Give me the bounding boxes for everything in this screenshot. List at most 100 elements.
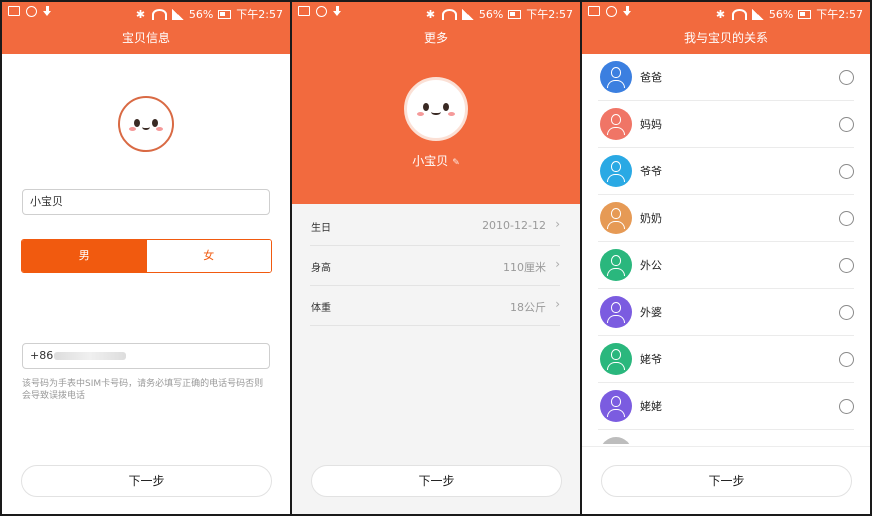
row-label: 生日 (311, 223, 331, 234)
page-title: 更多 (292, 24, 580, 54)
relationship-screen: ✱ 56% 下午2:57 我与宝贝的关系 爸爸妈妈爷爷奶奶外公外婆姥爷姥姥 下一… (582, 2, 870, 514)
wifi-icon (151, 8, 167, 20)
relation-name: 爸爸 (640, 71, 662, 84)
bluetooth-icon: ✱ (715, 7, 726, 21)
height-row[interactable]: 身高 110厘米 › (310, 246, 560, 286)
image-icon (588, 6, 600, 16)
relation-name: 姥爷 (640, 353, 662, 366)
bluetooth-icon: ✱ (135, 7, 146, 21)
relation-row[interactable]: 姥姥 (598, 383, 854, 430)
relation-radio[interactable] (839, 70, 854, 85)
pencil-icon[interactable]: ✎ (452, 158, 460, 168)
phone-hint: 该号码为手表中SIM卡号码，请务必填写正确的电话号码否则会导致误拨电话 (22, 379, 264, 401)
battery-icon (218, 9, 232, 19)
image-icon (298, 6, 310, 16)
relation-radio[interactable] (839, 399, 854, 414)
status-bar: ✱ 56% 下午2:57 (582, 2, 870, 24)
person-avatar-icon (600, 202, 632, 234)
name-input[interactable]: 小宝贝 (22, 189, 270, 215)
row-value: 2010-12-12 (482, 219, 546, 232)
relationship-list: 爸爸妈妈爷爷奶奶外公外婆姥爷姥姥 (582, 54, 870, 444)
baby-avatar[interactable] (404, 77, 468, 141)
relation-name: 奶奶 (640, 212, 662, 225)
relation-name: 爷爷 (640, 165, 662, 178)
row-label: 身高 (311, 263, 331, 274)
person-avatar-icon (600, 437, 632, 444)
relation-row-partial (598, 430, 854, 444)
relation-row[interactable]: 外公 (598, 242, 854, 289)
relation-radio[interactable] (839, 305, 854, 320)
bluetooth-icon: ✱ (425, 7, 436, 21)
gender-male-button[interactable]: 男 (22, 240, 147, 272)
cute-face-icon (120, 98, 172, 150)
relation-name: 外婆 (640, 306, 662, 319)
download-icon (333, 6, 342, 17)
relation-radio[interactable] (839, 258, 854, 273)
gauge-icon (606, 6, 617, 17)
person-avatar-icon (600, 296, 632, 328)
relation-radio[interactable] (839, 117, 854, 132)
baby-info-screen: ✱ 56% 下午2:57 宝贝信息 小宝贝 男 女 +86 该号码为手表中SIM… (2, 2, 290, 514)
image-icon (8, 6, 20, 16)
battery-percent: 56% (768, 7, 794, 21)
phone-prefix: +86 (30, 349, 54, 362)
person-avatar-icon (600, 343, 632, 375)
gauge-icon (316, 6, 327, 17)
gauge-icon (26, 6, 37, 17)
phone-number-blurred (54, 352, 127, 360)
next-button[interactable]: 下一步 (21, 465, 272, 497)
signal-icon (171, 8, 184, 20)
download-icon (623, 6, 632, 17)
status-bar: ✱ 56% 下午2:57 (2, 2, 290, 24)
person-avatar-icon (600, 249, 632, 281)
clock: 下午2:57 (526, 8, 573, 21)
chevron-right-icon: › (555, 297, 560, 311)
battery-percent: 56% (188, 7, 214, 21)
person-avatar-icon (600, 155, 632, 187)
battery-icon (798, 9, 812, 19)
signal-icon (461, 8, 474, 20)
page-title: 我与宝贝的关系 (582, 24, 870, 54)
person-avatar-icon (600, 390, 632, 422)
row-value: 110厘米 (503, 261, 546, 274)
baby-avatar[interactable] (118, 96, 174, 152)
row-label: 体重 (311, 303, 331, 314)
signal-icon (751, 8, 764, 20)
nickname-row[interactable]: 小宝贝 ✎ (292, 152, 580, 169)
nickname: 小宝贝 (412, 154, 449, 168)
gender-toggle: 男 女 (21, 239, 272, 273)
app-root: ✱ 56% 下午2:57 宝贝信息 小宝贝 男 女 +86 该号码为手表中SIM… (0, 0, 872, 516)
more-screen: ✱ 56% 下午2:57 更多 小宝贝 ✎ 生日 2010-12-12 › 身高… (292, 2, 580, 514)
relation-row[interactable]: 奶奶 (598, 195, 854, 242)
relation-radio[interactable] (839, 211, 854, 226)
relation-name: 妈妈 (640, 118, 662, 131)
chevron-right-icon: › (555, 257, 560, 271)
clock: 下午2:57 (816, 8, 863, 21)
battery-percent: 56% (478, 7, 504, 21)
relation-name: 外公 (640, 259, 662, 272)
relation-row[interactable]: 外婆 (598, 289, 854, 336)
relation-radio[interactable] (839, 164, 854, 179)
relation-row[interactable]: 姥爷 (598, 336, 854, 383)
weight-row[interactable]: 体重 18公斤 › (310, 286, 560, 326)
relation-name: 姥姥 (640, 400, 662, 413)
download-icon (43, 6, 52, 17)
next-button[interactable]: 下一步 (601, 465, 852, 497)
row-value: 18公斤 (510, 301, 546, 314)
relation-row[interactable]: 爷爷 (598, 148, 854, 195)
birthday-row[interactable]: 生日 2010-12-12 › (310, 206, 560, 246)
status-bar: ✱ 56% 下午2:57 (292, 2, 580, 24)
cute-face-icon (407, 80, 465, 138)
relation-row[interactable]: 妈妈 (598, 101, 854, 148)
wifi-icon (441, 8, 457, 20)
phone-input[interactable]: +86 (22, 343, 270, 369)
gender-female-button[interactable]: 女 (146, 240, 271, 272)
person-avatar-icon (600, 61, 632, 93)
person-avatar-icon (600, 108, 632, 140)
wifi-icon (731, 8, 747, 20)
next-button[interactable]: 下一步 (311, 465, 562, 497)
relation-radio[interactable] (839, 352, 854, 367)
clock: 下午2:57 (236, 8, 283, 21)
page-title: 宝贝信息 (2, 24, 290, 54)
relation-row[interactable]: 爸爸 (598, 54, 854, 101)
